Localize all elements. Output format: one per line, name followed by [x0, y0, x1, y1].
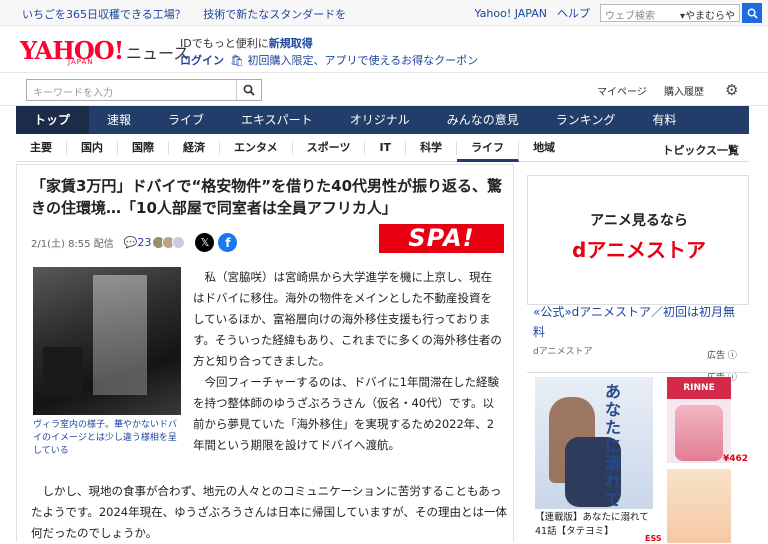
web-search-selector[interactable]: ▾やまむらや: [680, 7, 735, 22]
ad-manga-text[interactable]: 【連載版】あなたに溺れて 41話【タテヨミ】: [535, 511, 659, 539]
promo-link-strawberry[interactable]: いちごを365日収穫できる工場？: [22, 8, 186, 21]
article-body-1: 私（宮脇咲）は宮崎県から大学進学を機に上京し、現在はドバイに移住。海外の物件をメ…: [193, 270, 502, 452]
manga-cover-title: あなたに溺れて: [605, 382, 622, 509]
category-entertainment[interactable]: エンタメ: [220, 141, 293, 155]
keyword-search-input[interactable]: キーワードを入力: [26, 79, 262, 101]
login-promo: IDでもっと便利に新規取得 ログイン 🛍 初回購入限定、アプリで使えるお得なクーポ…: [180, 35, 478, 69]
ad-banner-line2: dアニメストア: [572, 238, 706, 262]
category-domestic[interactable]: 国内: [67, 141, 118, 155]
help-link[interactable]: ヘルプ: [557, 5, 590, 21]
article: 「家賃3万円」ドバイで“格安物件”を借りた40代男性が振り返る、驚きの住環境…「…: [16, 164, 514, 542]
nav-live[interactable]: ライブ: [150, 106, 223, 134]
nav-opinions[interactable]: みんなの意見: [429, 106, 538, 134]
nav-expert[interactable]: エキスパート: [223, 106, 332, 134]
gear-icon[interactable]: ⚙: [725, 81, 738, 99]
photo-caption[interactable]: ヴィラ室内の様子。華やかないドバイのイメージとは少し違う様相を呈している: [33, 419, 183, 458]
yahoo-logo-sub: JAPAN: [68, 58, 94, 66]
utility-links: Yahoo! JAPAN ヘルプ ウェブ検索 ▾やまむらや: [474, 3, 768, 23]
x-share-icon[interactable]: 𝕏: [195, 233, 215, 252]
yahoo-japan-link[interactable]: Yahoo! JAPAN: [474, 7, 547, 20]
keyword-search-button[interactable]: [236, 80, 261, 100]
category-main[interactable]: 主要: [16, 141, 67, 155]
nav-breaking[interactable]: 速報: [89, 106, 150, 134]
signup-link[interactable]: 新規取得: [269, 37, 313, 50]
comment-icon: 💬: [123, 236, 138, 249]
comment-count-link[interactable]: 💬23: [124, 236, 152, 249]
article-title: 「家賃3万円」ドバイで“格安物件”を借りた40代男性が振り返る、驚きの住環境…「…: [31, 177, 503, 217]
login-link[interactable]: ログイン: [180, 54, 224, 67]
coupon-link[interactable]: 🛍 初回購入限定、アプリで使えるお得なクーポン: [230, 54, 478, 67]
category-nav: 主要 国内 国際 経済 エンタメ スポーツ IT 科学 ライフ 地域 トピックス…: [16, 136, 749, 162]
manga-cover-2-title: RINNE: [667, 377, 731, 399]
coupon-icon: 🛍: [230, 54, 244, 67]
web-search-selector-label: やまむらや: [685, 11, 735, 22]
promo-bar: いちごを365日収穫できる工場？ 技術で新たなスタンダードを Yahoo! JA…: [0, 0, 768, 26]
comment-count: 23: [137, 236, 152, 249]
info-icon: ⓘ: [727, 351, 737, 361]
mypage-link[interactable]: マイページ: [597, 83, 647, 98]
id-prefix: IDでもっと便利に: [180, 37, 269, 50]
category-life[interactable]: ライフ: [457, 141, 520, 162]
ad-link-danime[interactable]: «公式»dアニメストア／初回は初月無料: [533, 302, 745, 342]
ad-banner-line1: アニメ見るなら: [590, 213, 688, 229]
category-economy[interactable]: 経済: [169, 141, 220, 155]
category-science[interactable]: 科学: [406, 141, 458, 155]
purchase-history-link[interactable]: 購入履歴: [664, 83, 704, 98]
category-sports[interactable]: スポーツ: [293, 141, 366, 155]
web-search-button[interactable]: [742, 3, 762, 23]
search-icon: [243, 84, 255, 96]
article-photo[interactable]: [33, 267, 181, 415]
nav-original[interactable]: オリジナル: [332, 106, 429, 134]
category-international[interactable]: 国際: [118, 141, 169, 155]
avatar: [172, 236, 186, 249]
manga-cover-2[interactable]: RINNE: [667, 377, 731, 463]
ad-label-text: 広告: [707, 351, 726, 361]
category-it[interactable]: IT: [365, 141, 407, 155]
manga-cover-2-art: [675, 405, 723, 461]
category-region[interactable]: 地域: [519, 141, 569, 155]
nav-top[interactable]: トップ: [16, 106, 90, 134]
commenter-avatars: [152, 236, 186, 249]
photo-light: [93, 275, 147, 395]
web-search-placeholder: ウェブ検索: [605, 11, 655, 22]
ad-manga[interactable]: あなたに溺れて RINNE ¥462 【連載版】あなたに溺れて 41話【タテヨミ…: [527, 372, 749, 543]
ad-source: dアニメストア: [533, 347, 593, 357]
promo-link-standard[interactable]: 技術で新たなスタンダードを: [203, 8, 346, 21]
manga-cover-1[interactable]: あなたに溺れて: [535, 377, 653, 509]
promo-links: いちごを365日収穫できる工場？ 技術で新たなスタンダードを: [22, 6, 360, 22]
article-body-2: しかし、現地の食事が合わず、地元の人々とのコミュニケーションに苦労することもあっ…: [31, 484, 508, 540]
web-search-input[interactable]: ウェブ検索 ▾やまむらや: [600, 4, 740, 22]
search-icon: [747, 8, 758, 19]
main-nav: トップ 速報 ライブ エキスパート オリジナル みんなの意見 ランキング 有料: [16, 106, 749, 134]
ad-label[interactable]: 広告 ⓘ: [707, 348, 737, 361]
publisher-logo[interactable]: SPA!: [379, 224, 504, 253]
nav-paid[interactable]: 有料: [634, 106, 695, 134]
search-row: キーワードを入力 マイページ 購入履歴 ⚙: [0, 72, 768, 106]
article-meta: 2/1(土) 8:55 配信 💬23 𝕏 f: [31, 233, 238, 252]
coupon-text: 初回購入限定、アプリで使えるお得なクーポン: [247, 54, 479, 67]
facebook-share-icon[interactable]: f: [218, 233, 238, 252]
article-date: 2/1(土) 8:55 配信: [31, 239, 114, 250]
manga-cover-3[interactable]: [667, 469, 731, 543]
manga-price: ¥462: [723, 454, 749, 464]
ad-banner-danime[interactable]: アニメ見るなら dアニメストア: [527, 175, 749, 305]
topics-list-link[interactable]: トピックス一覧: [662, 142, 739, 158]
photo-shelf: [43, 347, 83, 397]
nav-ranking[interactable]: ランキング: [538, 106, 635, 134]
